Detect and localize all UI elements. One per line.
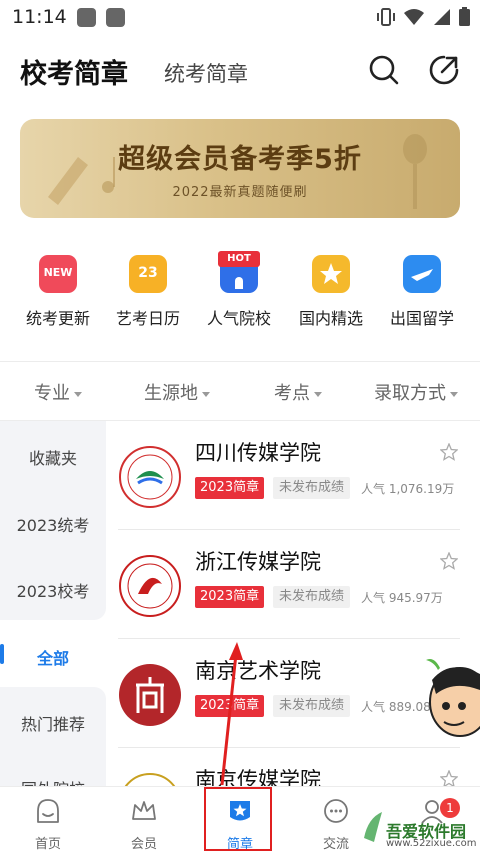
banner-title: 超级会员备考季5折 [118,144,362,175]
crown-star-icon [312,255,350,293]
quick-nav-label: 艺考日历 [115,309,180,328]
tab-label: 首页 [34,837,61,852]
school-row[interactable]: 浙江传媒学院 2023简章 未发布成绩 人气 945.97万 [118,530,460,639]
tab-label: 会员 [130,837,157,852]
category-hot[interactable]: 热门推荐 [0,711,106,735]
app-header: 校考简章 统考简章 [0,40,480,100]
filter-exam-site[interactable]: 考点 [274,379,322,405]
filter-admission[interactable]: 录取方式 [374,379,458,405]
score-status-tag: 未发布成绩 [273,695,351,717]
share-icon[interactable] [428,54,460,86]
school-logo [119,446,181,508]
banner-subtitle: 2022最新真题随便刷 [172,185,308,200]
tab-unified-exam-brochure[interactable]: 统考简章 [164,58,248,88]
search-icon[interactable] [368,54,400,86]
status-bar: 11:14 [0,0,480,34]
crown-icon [132,801,156,820]
filter-origin[interactable]: 生源地 [144,379,210,405]
year-tag: 2023简章 [195,586,265,608]
school-logo [119,555,181,617]
popularity: 人气 945.97万 [361,591,443,605]
quick-nav-label: 出国留学 [389,309,454,328]
watermark: 吾爱软件园 www.52zixue.com [360,800,478,852]
category-sidebar: 收藏夹 2023统考 2023校考 全部 热门推荐 国外院校 [0,421,106,799]
quick-nav-popular-schools[interactable]: HOT 人气院校 [194,251,284,329]
school-row[interactable]: 南京艺术学院 2023简章 未发布成绩 人气 889.08万 [118,639,460,748]
hot-school-icon: HOT [218,251,260,293]
school-name: 四川传媒学院 [195,441,321,465]
quick-nav: NEW 统考更新 23 艺考日历 HOT 人气院校 国内精选 出国留学 [0,251,480,335]
quick-nav-art-calendar[interactable]: 23 艺考日历 [103,255,193,329]
category-2023-school[interactable]: 2023校考 [0,578,106,602]
quick-nav-study-abroad[interactable]: 出国留学 [377,255,467,329]
category-favorites[interactable]: 收藏夹 [0,445,106,469]
favorite-star-icon[interactable] [440,552,458,570]
score-status-tag: 未发布成绩 [273,477,351,499]
quick-nav-label: 国内精选 [298,309,363,328]
quick-nav-domestic-picks[interactable]: 国内精选 [286,255,376,329]
school-name: 浙江传媒学院 [195,550,321,574]
battery-icon [459,7,470,26]
favorite-star-icon[interactable] [440,443,458,461]
promo-banner[interactable]: 超级会员备考季5折 2022最新真题随便刷 [20,119,460,218]
category-2023-unified[interactable]: 2023统考 [0,512,106,536]
annotation-highlight-box [204,787,272,851]
calendar-icon: 23 [129,255,167,293]
status-icons [377,7,470,27]
caret-down-icon [74,391,82,397]
caret-down-icon [314,391,322,397]
category-all[interactable]: 全部 [0,645,106,669]
caret-down-icon [450,391,458,397]
year-tag: 2023简章 [195,477,265,499]
quick-nav-label: 人气院校 [206,309,271,328]
page-title: 校考简章 [20,59,128,90]
popularity: 人气 1,076.19万 [361,482,455,496]
new-icon: NEW [39,255,77,293]
score-status-tag: 未发布成绩 [273,586,351,608]
notification-icon-2 [105,7,125,27]
notification-icon [76,7,96,27]
chat-icon [324,799,348,823]
home-face-icon [37,799,59,823]
wifi-icon [404,9,424,25]
vibrate-icon [377,8,395,26]
quick-nav-unified-update[interactable]: NEW 统考更新 [13,255,103,329]
airplane-icon [403,255,441,293]
tab-home[interactable]: 首页 [0,787,96,853]
signal-icon [434,9,450,25]
school-row[interactable]: 四川传媒学院 2023简章 未发布成绩 人气 1,076.19万 [118,421,460,530]
filter-bar: 专业 生源地 考点 录取方式 [0,362,480,420]
school-logo [119,664,181,726]
annotation-arrow-icon [220,642,243,786]
mascot-face-icon[interactable] [420,650,480,740]
status-time: 11:14 [12,6,67,28]
tab-member[interactable]: 会员 [96,787,192,853]
quick-nav-label: 统考更新 [25,309,90,328]
caret-down-icon [202,391,210,397]
watermark-logo-icon [364,812,382,842]
watermark-url: www.52zixue.com [386,838,477,849]
filter-major[interactable]: 专业 [34,379,82,405]
